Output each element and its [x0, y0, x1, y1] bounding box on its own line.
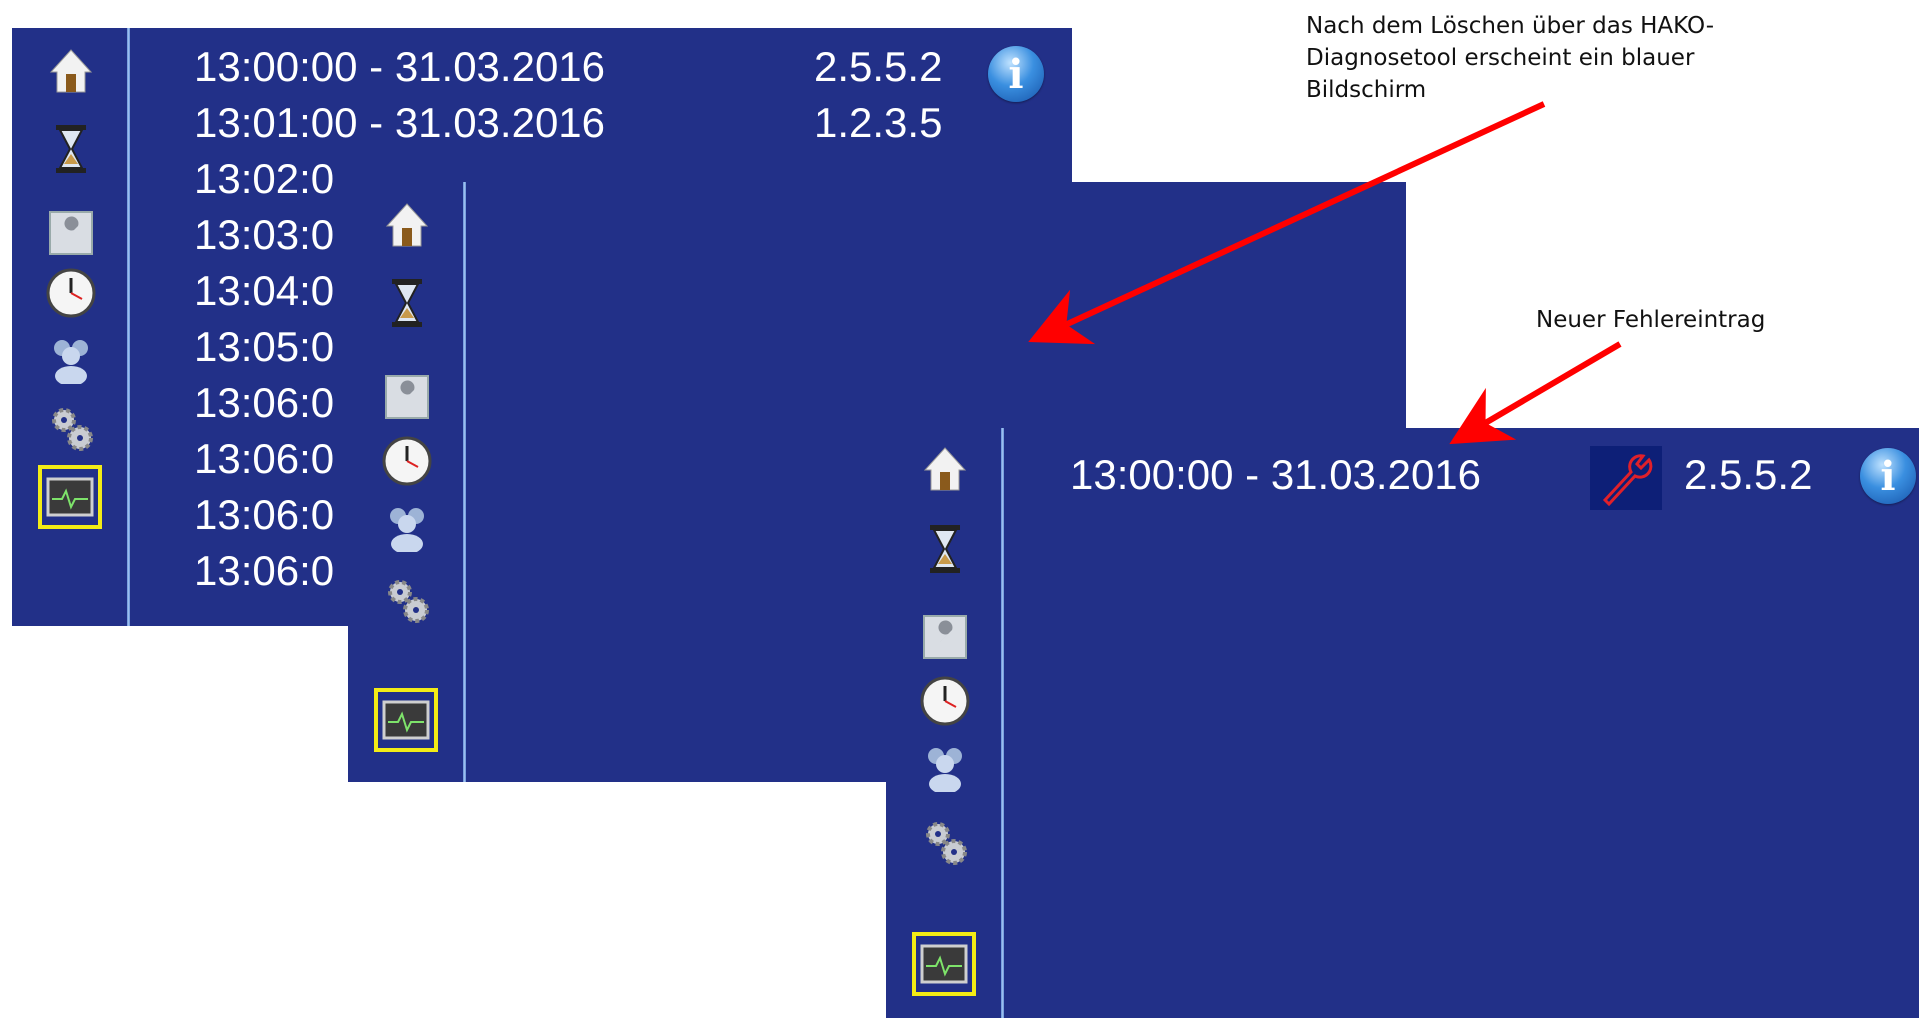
hourglass-icon[interactable]	[382, 278, 432, 328]
sidebar-divider	[1001, 428, 1004, 1018]
clock-icon[interactable]	[382, 436, 432, 486]
annotation-line: Bildschirm	[1306, 77, 1427, 103]
annotation-note-deleted: Nach dem Löschen über das HAKO- Diagnose…	[1306, 10, 1714, 106]
wrench-tool-icon[interactable]	[46, 208, 96, 258]
log-row-time: 13:06:0	[194, 547, 335, 594]
info-button[interactable]: i	[1860, 448, 1916, 504]
gears-icon[interactable]	[382, 576, 432, 626]
hourglass-icon[interactable]	[920, 524, 970, 574]
sidebar	[886, 428, 1016, 1018]
log-row-version: 1.2.3.5	[814, 99, 943, 146]
hourglass-icon[interactable]	[46, 124, 96, 174]
gears-icon[interactable]	[920, 818, 970, 868]
home-icon[interactable]	[46, 46, 96, 96]
users-icon[interactable]	[46, 334, 96, 384]
annotation-line: Nach dem Löschen über das HAKO-	[1306, 13, 1715, 39]
log-row-version: 2.5.5.2	[814, 43, 943, 90]
sidebar-divider	[463, 182, 466, 782]
log-row-time: 13:04:0	[194, 267, 335, 314]
log-row-time: 13:01:00 - 31.03.2016	[194, 99, 606, 146]
annotation-line: Diagnosetool erscheint ein blauer	[1306, 45, 1695, 71]
log-row-version: 2.5.5.2	[1684, 451, 1813, 498]
diagnostics-monitor-icon[interactable]	[374, 688, 438, 752]
diagnostics-monitor-icon[interactable]	[912, 932, 976, 996]
log-row-time: 13:00:00 - 31.03.2016	[194, 43, 606, 90]
log-row-time: 13:06:0	[194, 379, 335, 426]
arrow-to-new-entry	[1449, 341, 1622, 445]
home-icon[interactable]	[920, 444, 970, 494]
info-button[interactable]: i	[988, 46, 1044, 102]
annotation-line: Neuer Fehlereintrag	[1536, 307, 1766, 333]
info-icon: i	[1008, 50, 1024, 98]
annotation-note-new-entry: Neuer Fehlereintrag	[1536, 304, 1765, 336]
log-row-time: 13:03:0	[194, 211, 335, 258]
sidebar-divider	[127, 28, 130, 626]
log-row-time: 13:06:0	[194, 435, 335, 482]
wrench-tool-icon[interactable]	[382, 372, 432, 422]
clock-icon[interactable]	[920, 676, 970, 726]
log-row-time: 13:02:0	[194, 155, 335, 202]
home-icon[interactable]	[382, 200, 432, 250]
log-row-time: 13:00:00 - 31.03.2016	[1070, 451, 1482, 498]
error-wrench-icon[interactable]	[1590, 446, 1662, 510]
diagnostic-screen-after: 13:00:00 - 31.03.2016 2.5.5.2 i	[886, 428, 1919, 1018]
sidebar	[348, 182, 478, 782]
users-icon[interactable]	[382, 502, 432, 552]
log-row-time: 13:05:0	[194, 323, 335, 370]
diagnostics-monitor-icon[interactable]	[38, 465, 102, 529]
wrench-tool-icon[interactable]	[920, 612, 970, 662]
clock-icon[interactable]	[46, 268, 96, 318]
users-icon[interactable]	[920, 742, 970, 792]
gears-icon[interactable]	[46, 404, 96, 454]
log-row-time: 13:06:0	[194, 491, 335, 538]
sidebar	[12, 28, 142, 626]
info-icon: i	[1880, 452, 1896, 500]
